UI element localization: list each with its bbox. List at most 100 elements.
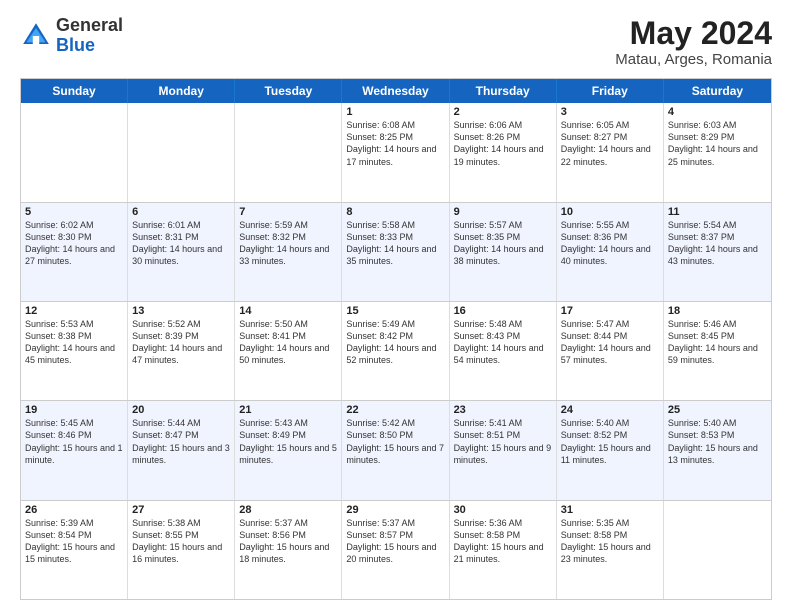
cal-cell: 5Sunrise: 6:02 AM Sunset: 8:30 PM Daylig… [21, 203, 128, 301]
page: General Blue May 2024 Matau, Arges, Roma… [0, 0, 792, 612]
day-info: Sunrise: 5:58 AM Sunset: 8:33 PM Dayligh… [346, 219, 444, 268]
day-number: 1 [346, 106, 444, 118]
day-number: 22 [346, 404, 444, 416]
day-header-wednesday: Wednesday [342, 79, 449, 103]
cal-cell: 21Sunrise: 5:43 AM Sunset: 8:49 PM Dayli… [235, 401, 342, 499]
day-info: Sunrise: 5:48 AM Sunset: 8:43 PM Dayligh… [454, 318, 552, 367]
calendar-body: 1Sunrise: 6:08 AM Sunset: 8:25 PM Daylig… [21, 103, 771, 599]
cal-cell [664, 501, 771, 599]
day-info: Sunrise: 5:54 AM Sunset: 8:37 PM Dayligh… [668, 219, 767, 268]
day-number: 18 [668, 305, 767, 317]
day-header-tuesday: Tuesday [235, 79, 342, 103]
day-number: 5 [25, 206, 123, 218]
day-info: Sunrise: 5:59 AM Sunset: 8:32 PM Dayligh… [239, 219, 337, 268]
cal-cell: 19Sunrise: 5:45 AM Sunset: 8:46 PM Dayli… [21, 401, 128, 499]
cal-cell: 22Sunrise: 5:42 AM Sunset: 8:50 PM Dayli… [342, 401, 449, 499]
cal-cell: 31Sunrise: 5:35 AM Sunset: 8:58 PM Dayli… [557, 501, 664, 599]
cal-cell [21, 103, 128, 201]
day-info: Sunrise: 5:35 AM Sunset: 8:58 PM Dayligh… [561, 517, 659, 566]
logo: General Blue [20, 16, 123, 56]
cal-cell: 15Sunrise: 5:49 AM Sunset: 8:42 PM Dayli… [342, 302, 449, 400]
day-number: 21 [239, 404, 337, 416]
day-info: Sunrise: 5:41 AM Sunset: 8:51 PM Dayligh… [454, 417, 552, 466]
cal-cell: 18Sunrise: 5:46 AM Sunset: 8:45 PM Dayli… [664, 302, 771, 400]
cal-cell: 14Sunrise: 5:50 AM Sunset: 8:41 PM Dayli… [235, 302, 342, 400]
cal-cell: 16Sunrise: 5:48 AM Sunset: 8:43 PM Dayli… [450, 302, 557, 400]
cal-cell: 10Sunrise: 5:55 AM Sunset: 8:36 PM Dayli… [557, 203, 664, 301]
week-row-2: 12Sunrise: 5:53 AM Sunset: 8:38 PM Dayli… [21, 301, 771, 400]
day-info: Sunrise: 5:39 AM Sunset: 8:54 PM Dayligh… [25, 517, 123, 566]
cal-cell: 26Sunrise: 5:39 AM Sunset: 8:54 PM Dayli… [21, 501, 128, 599]
day-number: 29 [346, 504, 444, 516]
header: General Blue May 2024 Matau, Arges, Roma… [20, 16, 772, 68]
day-info: Sunrise: 6:05 AM Sunset: 8:27 PM Dayligh… [561, 119, 659, 168]
day-info: Sunrise: 6:06 AM Sunset: 8:26 PM Dayligh… [454, 119, 552, 168]
day-number: 15 [346, 305, 444, 317]
day-info: Sunrise: 6:02 AM Sunset: 8:30 PM Dayligh… [25, 219, 123, 268]
cal-cell: 2Sunrise: 6:06 AM Sunset: 8:26 PM Daylig… [450, 103, 557, 201]
cal-cell: 25Sunrise: 5:40 AM Sunset: 8:53 PM Dayli… [664, 401, 771, 499]
day-info: Sunrise: 5:44 AM Sunset: 8:47 PM Dayligh… [132, 417, 230, 466]
cal-cell: 30Sunrise: 5:36 AM Sunset: 8:58 PM Dayli… [450, 501, 557, 599]
day-info: Sunrise: 6:08 AM Sunset: 8:25 PM Dayligh… [346, 119, 444, 168]
day-number: 2 [454, 106, 552, 118]
calendar: SundayMondayTuesdayWednesdayThursdayFrid… [20, 78, 772, 600]
day-info: Sunrise: 5:46 AM Sunset: 8:45 PM Dayligh… [668, 318, 767, 367]
calendar-header: SundayMondayTuesdayWednesdayThursdayFrid… [21, 79, 771, 103]
week-row-3: 19Sunrise: 5:45 AM Sunset: 8:46 PM Dayli… [21, 400, 771, 499]
day-info: Sunrise: 5:40 AM Sunset: 8:53 PM Dayligh… [668, 417, 767, 466]
day-number: 30 [454, 504, 552, 516]
day-info: Sunrise: 5:37 AM Sunset: 8:56 PM Dayligh… [239, 517, 337, 566]
day-info: Sunrise: 5:37 AM Sunset: 8:57 PM Dayligh… [346, 517, 444, 566]
day-number: 8 [346, 206, 444, 218]
cal-cell: 17Sunrise: 5:47 AM Sunset: 8:44 PM Dayli… [557, 302, 664, 400]
cal-cell: 28Sunrise: 5:37 AM Sunset: 8:56 PM Dayli… [235, 501, 342, 599]
cal-cell: 6Sunrise: 6:01 AM Sunset: 8:31 PM Daylig… [128, 203, 235, 301]
day-number: 7 [239, 206, 337, 218]
day-number: 31 [561, 504, 659, 516]
cal-cell: 3Sunrise: 6:05 AM Sunset: 8:27 PM Daylig… [557, 103, 664, 201]
day-info: Sunrise: 5:53 AM Sunset: 8:38 PM Dayligh… [25, 318, 123, 367]
cal-cell [235, 103, 342, 201]
day-number: 9 [454, 206, 552, 218]
day-number: 28 [239, 504, 337, 516]
cal-cell: 12Sunrise: 5:53 AM Sunset: 8:38 PM Dayli… [21, 302, 128, 400]
day-info: Sunrise: 5:42 AM Sunset: 8:50 PM Dayligh… [346, 417, 444, 466]
day-info: Sunrise: 5:38 AM Sunset: 8:55 PM Dayligh… [132, 517, 230, 566]
week-row-4: 26Sunrise: 5:39 AM Sunset: 8:54 PM Dayli… [21, 500, 771, 599]
day-header-saturday: Saturday [664, 79, 771, 103]
day-info: Sunrise: 5:55 AM Sunset: 8:36 PM Dayligh… [561, 219, 659, 268]
cal-cell: 24Sunrise: 5:40 AM Sunset: 8:52 PM Dayli… [557, 401, 664, 499]
logo-text: General Blue [56, 16, 123, 56]
day-number: 6 [132, 206, 230, 218]
cal-cell [128, 103, 235, 201]
day-info: Sunrise: 5:47 AM Sunset: 8:44 PM Dayligh… [561, 318, 659, 367]
day-number: 12 [25, 305, 123, 317]
cal-cell: 1Sunrise: 6:08 AM Sunset: 8:25 PM Daylig… [342, 103, 449, 201]
cal-cell: 4Sunrise: 6:03 AM Sunset: 8:29 PM Daylig… [664, 103, 771, 201]
month-year: May 2024 [615, 16, 772, 51]
day-number: 26 [25, 504, 123, 516]
logo-icon [20, 20, 52, 52]
cal-cell: 13Sunrise: 5:52 AM Sunset: 8:39 PM Dayli… [128, 302, 235, 400]
day-info: Sunrise: 6:03 AM Sunset: 8:29 PM Dayligh… [668, 119, 767, 168]
day-number: 24 [561, 404, 659, 416]
week-row-0: 1Sunrise: 6:08 AM Sunset: 8:25 PM Daylig… [21, 103, 771, 201]
day-info: Sunrise: 5:45 AM Sunset: 8:46 PM Dayligh… [25, 417, 123, 466]
day-info: Sunrise: 5:52 AM Sunset: 8:39 PM Dayligh… [132, 318, 230, 367]
day-info: Sunrise: 5:40 AM Sunset: 8:52 PM Dayligh… [561, 417, 659, 466]
day-info: Sunrise: 5:49 AM Sunset: 8:42 PM Dayligh… [346, 318, 444, 367]
day-number: 16 [454, 305, 552, 317]
day-info: Sunrise: 6:01 AM Sunset: 8:31 PM Dayligh… [132, 219, 230, 268]
cal-cell: 7Sunrise: 5:59 AM Sunset: 8:32 PM Daylig… [235, 203, 342, 301]
day-header-friday: Friday [557, 79, 664, 103]
cal-cell: 11Sunrise: 5:54 AM Sunset: 8:37 PM Dayli… [664, 203, 771, 301]
day-number: 3 [561, 106, 659, 118]
week-row-1: 5Sunrise: 6:02 AM Sunset: 8:30 PM Daylig… [21, 202, 771, 301]
day-info: Sunrise: 5:57 AM Sunset: 8:35 PM Dayligh… [454, 219, 552, 268]
day-number: 20 [132, 404, 230, 416]
day-number: 14 [239, 305, 337, 317]
cal-cell: 23Sunrise: 5:41 AM Sunset: 8:51 PM Dayli… [450, 401, 557, 499]
day-number: 11 [668, 206, 767, 218]
day-header-sunday: Sunday [21, 79, 128, 103]
